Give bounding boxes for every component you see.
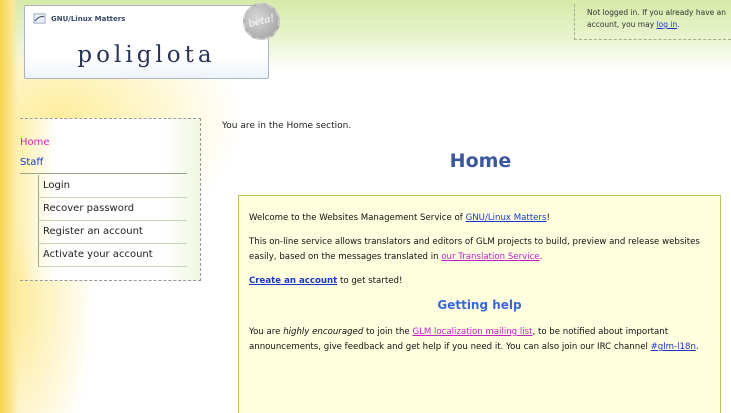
create-text: to get started! — [337, 276, 403, 286]
site-title: poliglota — [77, 42, 216, 68]
sidebar-item-recover-password[interactable]: Recover password — [38, 198, 187, 221]
help-paragraph: You are highly encouraged to join the GL… — [249, 325, 710, 355]
help-heading: Getting help — [437, 298, 522, 312]
mailing-list-link[interactable]: GLM localization mailing list — [412, 327, 532, 337]
create-account-link[interactable]: Create an account — [249, 276, 337, 286]
translation-service-link[interactable]: our Translation Service — [441, 252, 539, 262]
beta-label: beta! — [247, 12, 276, 31]
intro-end: . — [539, 252, 543, 262]
site-logo[interactable]: GNU/Linux Matters poliglota — [24, 5, 269, 79]
content-box: Welcome to the Websites Management Servi… — [238, 195, 721, 413]
left-band — [0, 0, 18, 413]
irc-channel-link[interactable]: #glm-l18n — [651, 342, 696, 352]
sidebar-item-home[interactable]: Home — [20, 137, 50, 148]
welcome-text: Welcome to the Websites Management Servi… — [249, 213, 466, 223]
sidebar-item-login[interactable]: Login — [38, 175, 187, 198]
location-text: You are in the Home section. — [222, 121, 352, 131]
org-brand: GNU/Linux Matters — [33, 12, 125, 25]
sidebar-item-register[interactable]: Register an account — [38, 221, 187, 244]
org-name: GNU/Linux Matters — [51, 14, 126, 23]
help-text-start: You are — [249, 327, 284, 337]
login-notice-end: . — [677, 20, 680, 29]
sidebar-divider — [20, 173, 187, 174]
glm-logo-icon — [33, 13, 46, 24]
login-notice: Not logged in. If you already have an ac… — [574, 4, 731, 40]
welcome-end: ! — [546, 213, 550, 223]
sidebar: Home Staff Login Recover password Regist… — [20, 118, 201, 281]
log-in-link[interactable]: log in — [657, 20, 678, 29]
sidebar-item-staff[interactable]: Staff — [20, 157, 43, 168]
intro-paragraph: This on-line service allows translators … — [249, 235, 710, 265]
create-paragraph: Create an account to get started! — [249, 274, 710, 289]
sidebar-item-activate[interactable]: Activate your account — [38, 244, 187, 267]
glm-link[interactable]: GNU/Linux Matters — [466, 213, 547, 223]
help-emphasis: highly encouraged — [283, 327, 364, 337]
page-title: Home — [449, 150, 512, 172]
irc-end: . — [695, 342, 699, 352]
welcome-paragraph: Welcome to the Websites Management Servi… — [249, 211, 710, 226]
help-text-mid: to join the — [363, 327, 413, 337]
